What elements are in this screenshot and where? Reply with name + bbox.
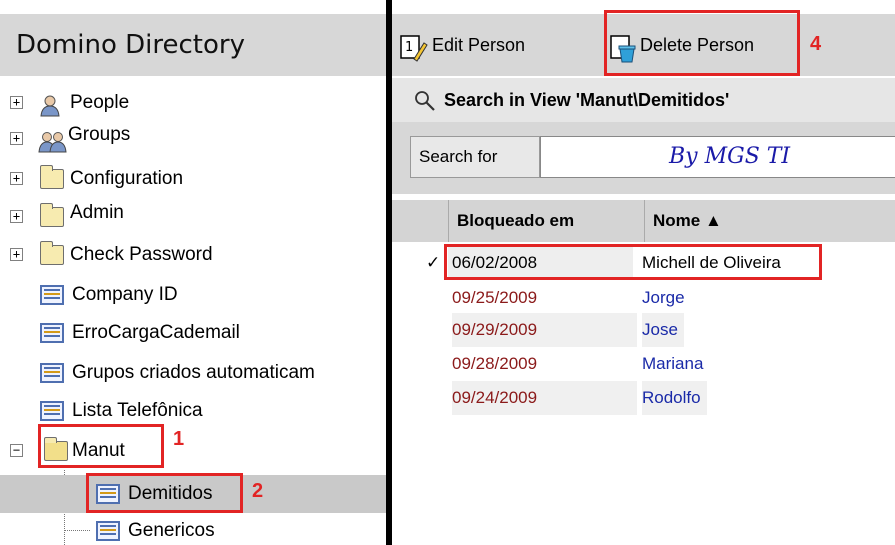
- view-icon: [40, 323, 64, 343]
- highlight-box-row: [444, 244, 822, 280]
- cell-date: 09/29/2009: [452, 313, 637, 347]
- view-pane: 1 Edit Person Delete Person 4 Search in …: [392, 0, 895, 545]
- nav-item-label: Groups: [68, 124, 131, 145]
- svg-text:1: 1: [405, 40, 413, 55]
- folder-icon: [40, 165, 64, 189]
- table-row[interactable]: 09/25/2009 Jorge: [392, 281, 895, 315]
- nav-item-label: Genericos: [128, 520, 215, 541]
- cell-date: 09/24/2009: [452, 381, 637, 415]
- highlight-box-delete-person: [604, 10, 800, 76]
- nav-item-label: Grupos criados automaticam: [72, 362, 315, 383]
- expand-icon[interactable]: +: [10, 172, 23, 185]
- nav-item-configuration[interactable]: + Configuration: [0, 160, 386, 198]
- expand-icon[interactable]: +: [10, 96, 23, 109]
- nav-item-label: Check Password: [70, 244, 213, 265]
- search-title: Search in View 'Manut\Demitidos': [444, 90, 730, 110]
- nav-item-people[interactable]: + People: [0, 84, 386, 122]
- nav-item-check-password[interactable]: + Check Password: [0, 236, 386, 274]
- annotation-number: 4: [810, 33, 822, 55]
- table-row[interactable]: 09/24/2009 Rodolfo: [392, 381, 895, 415]
- search-row: Search for By MGS TI: [392, 122, 895, 194]
- column-nome[interactable]: Nome ▲: [644, 200, 895, 242]
- column-bloqueado-em[interactable]: Bloqueado em: [448, 200, 644, 242]
- checkmark-icon: ✓: [426, 253, 441, 272]
- view-icon: [40, 285, 64, 305]
- navigator-pane: Domino Directory + People + Groups + Con…: [0, 0, 386, 545]
- cell-name: Rodolfo: [642, 381, 707, 415]
- person-icon: [38, 93, 62, 117]
- folder-icon: [40, 241, 64, 265]
- magnifier-icon: [414, 78, 436, 122]
- column-header: Bloqueado em Nome ▲: [392, 200, 895, 242]
- search-input[interactable]: By MGS TI: [540, 136, 895, 178]
- edit-person-button[interactable]: 1 Edit Person: [398, 14, 588, 76]
- table-row[interactable]: 09/28/2009 Mariana: [392, 347, 895, 381]
- annotation-number: 1: [173, 428, 185, 450]
- cell-date: 09/25/2009: [452, 288, 538, 307]
- expand-icon[interactable]: +: [10, 210, 23, 223]
- nav-item-admin[interactable]: + Admin: [0, 198, 386, 236]
- navigator-title: Domino Directory: [0, 14, 386, 76]
- nav-item-label: Company ID: [72, 284, 178, 305]
- group-icon: [38, 129, 67, 153]
- action-bar: 1 Edit Person Delete Person 4: [392, 10, 895, 76]
- highlight-box-demitidos: [86, 473, 243, 513]
- nav-item-company-id[interactable]: Company ID: [0, 276, 386, 314]
- view-icon: [40, 363, 64, 383]
- annotation-number: 2: [252, 480, 264, 502]
- cell-name: Jorge: [642, 288, 685, 307]
- nav-item-grupos-criados[interactable]: Grupos criados automaticam: [0, 354, 386, 392]
- edit-person-label: Edit Person: [432, 35, 526, 55]
- cell-name: Jose: [642, 313, 684, 347]
- nav-item-genericos[interactable]: Genericos: [0, 512, 386, 545]
- view-icon: [96, 521, 120, 541]
- cell-date: 09/28/2009: [452, 354, 538, 373]
- folder-icon: [40, 203, 64, 227]
- search-for-label: Search for: [410, 136, 540, 178]
- nav-item-errocargacademail[interactable]: ErroCargaCademail: [0, 314, 386, 352]
- nav-item-groups[interactable]: + Groups: [0, 120, 386, 158]
- edit-person-icon: 1: [400, 26, 428, 62]
- cell-name: Mariana: [642, 354, 704, 373]
- view-icon: [40, 401, 64, 421]
- collapse-icon[interactable]: −: [10, 444, 23, 457]
- expand-icon[interactable]: +: [10, 132, 23, 145]
- highlight-box-manut: [38, 424, 164, 468]
- nav-item-label: Configuration: [70, 168, 184, 189]
- nav-item-label: ErroCargaCademail: [72, 322, 240, 343]
- search-bar[interactable]: Search in View 'Manut\Demitidos': [392, 78, 895, 122]
- nav-item-label: Admin: [70, 202, 124, 223]
- expand-icon[interactable]: +: [10, 248, 23, 261]
- table-row[interactable]: 09/29/2009 Jose: [392, 313, 895, 347]
